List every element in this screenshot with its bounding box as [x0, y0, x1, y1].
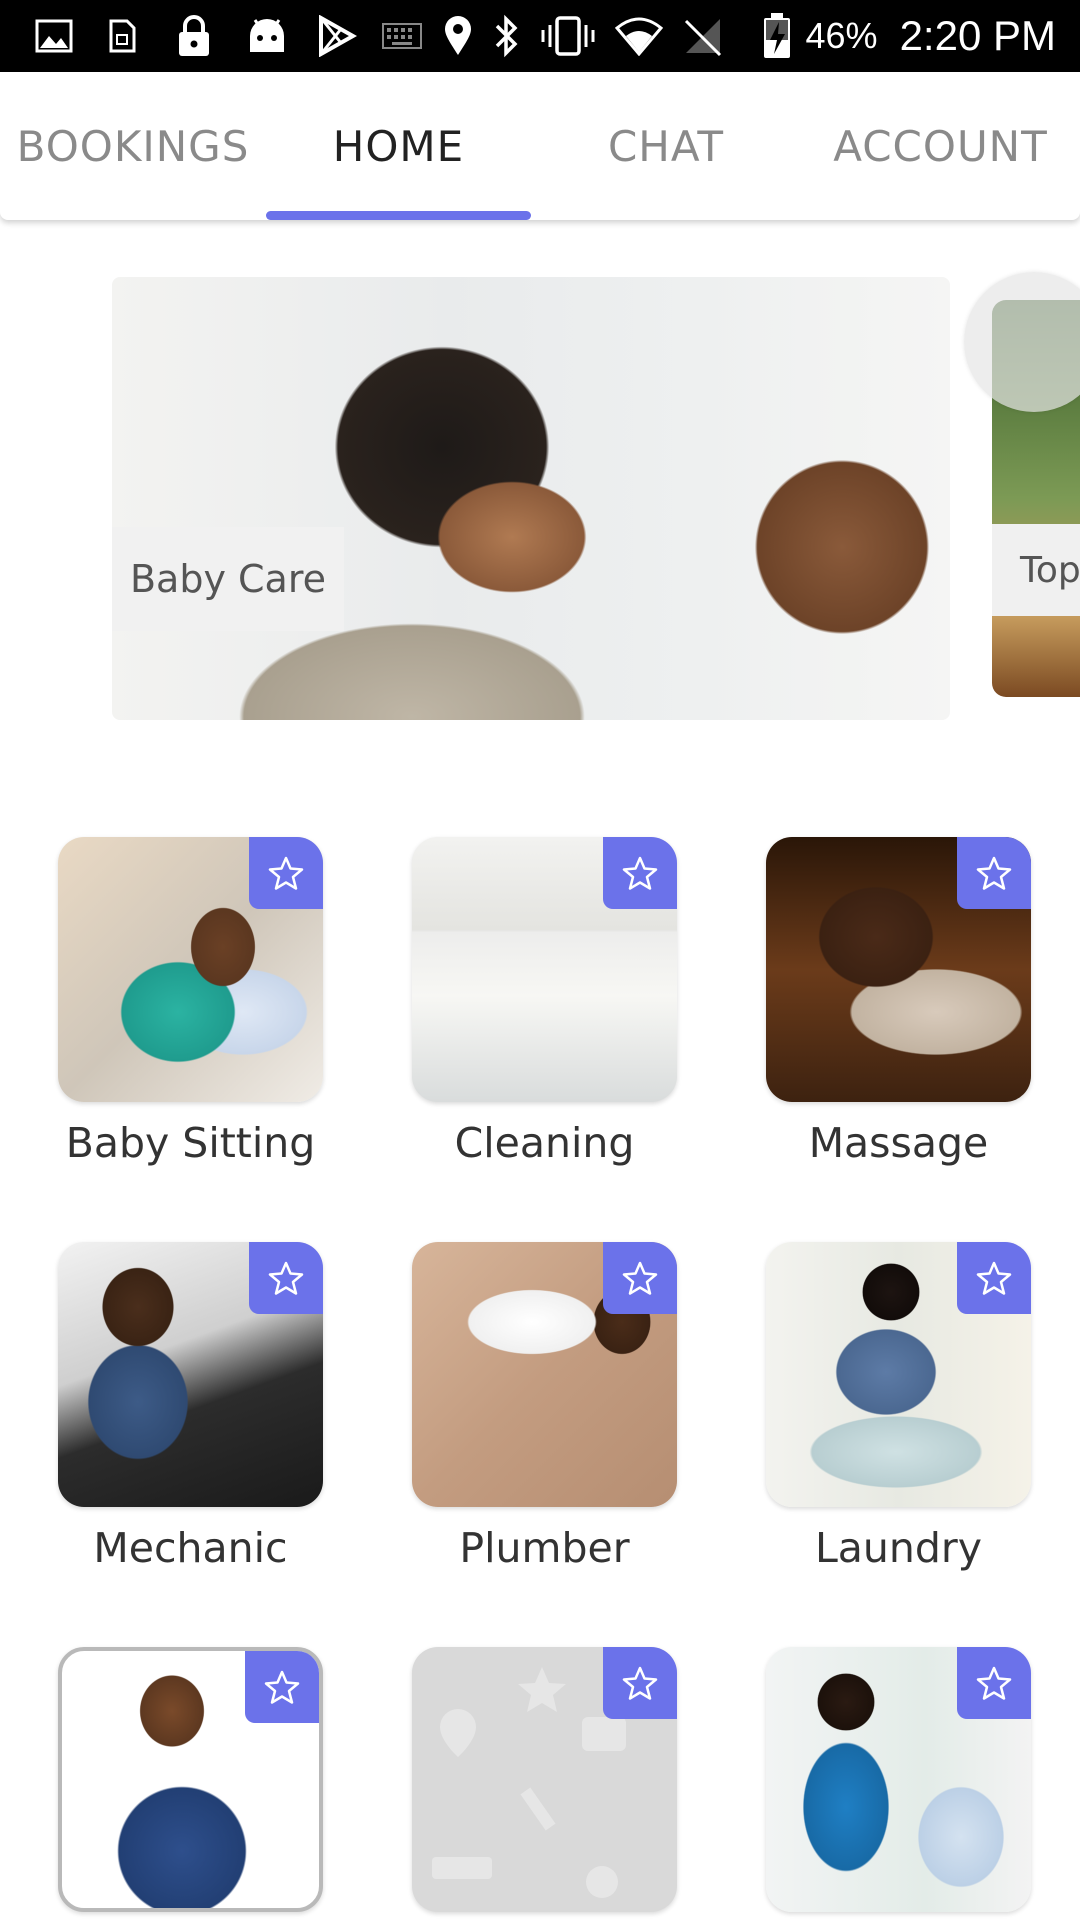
- star-icon[interactable]: [249, 837, 323, 909]
- service-image: [412, 837, 677, 1102]
- clock: 2:20 PM: [899, 12, 1056, 59]
- tab-home[interactable]: HOME: [266, 72, 531, 220]
- play-store-icon: [314, 14, 360, 58]
- battery-charging-icon: [762, 12, 792, 60]
- active-tab-indicator: [266, 211, 531, 220]
- star-icon[interactable]: [957, 1242, 1031, 1314]
- carousel-scroll-handle[interactable]: [964, 272, 1080, 412]
- sim-icon: [102, 14, 142, 58]
- top-tab-bar: BOOKINGS HOME CHAT ACCOUNT: [0, 72, 1080, 220]
- service-image: [412, 1242, 677, 1507]
- wifi-icon: [614, 14, 664, 58]
- no-signal-icon: [680, 14, 726, 58]
- service-label: Massage: [808, 1119, 989, 1167]
- carousel-slide-label: Baby Care: [112, 527, 344, 631]
- status-bar: 46% 2:20 PM: [0, 0, 1080, 72]
- service-label: Plumber: [459, 1524, 630, 1572]
- service-label: Cleaning: [454, 1119, 635, 1167]
- tab-chat[interactable]: CHAT: [531, 72, 801, 220]
- service-image: [766, 1647, 1031, 1912]
- star-icon[interactable]: [249, 1242, 323, 1314]
- lock-icon: [172, 14, 216, 58]
- star-icon[interactable]: [245, 1651, 319, 1723]
- bluetooth-icon: [490, 14, 522, 58]
- star-icon[interactable]: [603, 1647, 677, 1719]
- service-image: [766, 837, 1031, 1102]
- tab-bookings[interactable]: BOOKINGS: [0, 72, 266, 220]
- carousel-slide-label: Top: [992, 524, 1080, 616]
- service-image: [58, 1242, 323, 1507]
- status-right: 46% 2:20 PM: [762, 0, 1056, 72]
- service-image: [58, 1647, 323, 1912]
- gallery-icon: [30, 14, 78, 58]
- service-label: Mechanic: [93, 1524, 288, 1572]
- star-icon[interactable]: [957, 837, 1031, 909]
- keyboard-icon: [380, 14, 424, 58]
- service-image: [766, 1242, 1031, 1507]
- star-icon[interactable]: [603, 837, 677, 909]
- placeholder-image: [412, 1647, 677, 1912]
- baby-care-image: [112, 277, 950, 720]
- service-label: Laundry: [814, 1524, 983, 1572]
- star-icon[interactable]: [957, 1647, 1031, 1719]
- service-label: Baby Sitting: [65, 1119, 316, 1167]
- android-icon: [244, 14, 290, 58]
- carousel-slide-baby-care[interactable]: Baby Care: [112, 277, 950, 720]
- tab-account[interactable]: ACCOUNT: [801, 72, 1080, 220]
- vibrate-icon: [540, 14, 596, 58]
- service-image: [58, 837, 323, 1102]
- star-icon[interactable]: [603, 1242, 677, 1314]
- location-icon: [440, 14, 476, 58]
- battery-percent: 46%: [805, 15, 878, 56]
